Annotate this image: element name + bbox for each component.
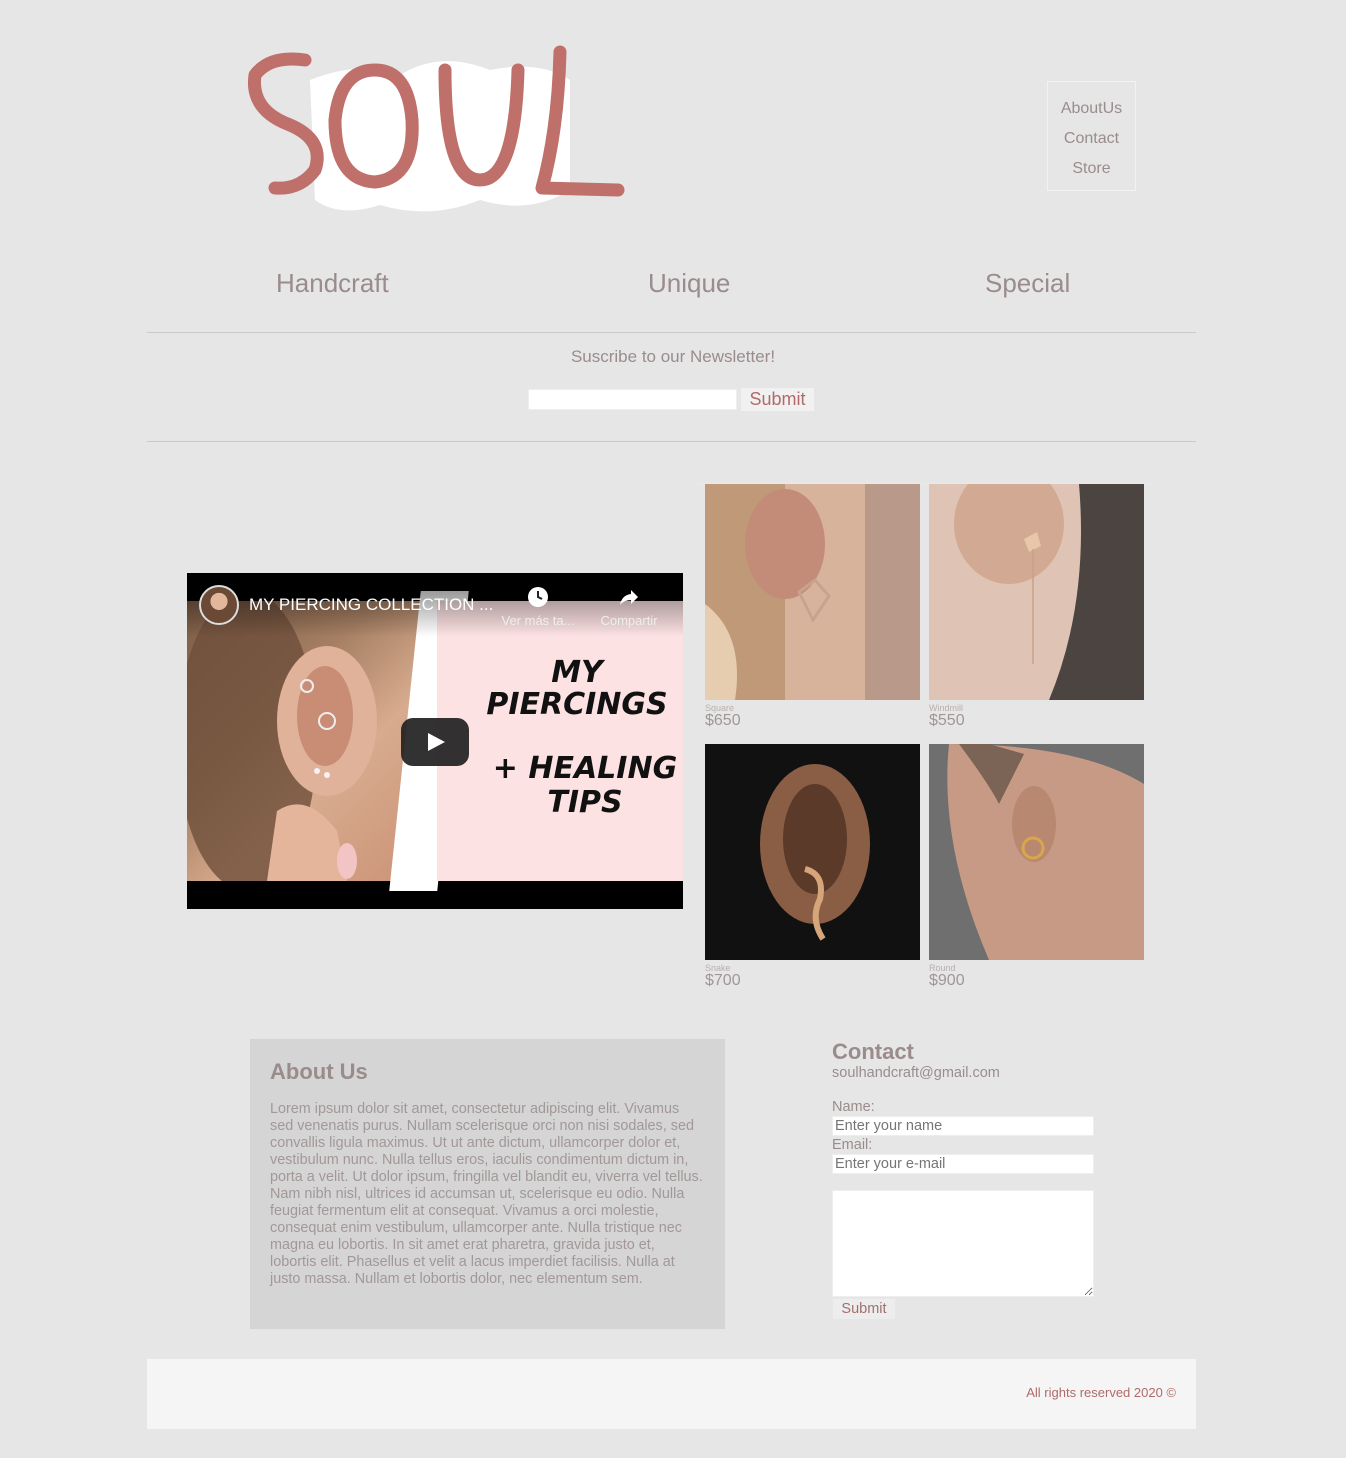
video-overlay-line1: MY <box>551 655 603 690</box>
contact-title: Contact <box>832 1039 914 1064</box>
newsletter-submit-button[interactable]: Submit <box>741 388 814 411</box>
message-field[interactable] <box>832 1190 1094 1297</box>
product-card[interactable]: Square $650 <box>705 484 920 729</box>
nav-contact[interactable]: Contact <box>1048 124 1135 154</box>
product-price: $550 <box>929 712 965 729</box>
nav-about-us[interactable]: AboutUs <box>1048 94 1135 124</box>
nav-store[interactable]: Store <box>1048 154 1135 184</box>
product-image[interactable] <box>929 484 1144 700</box>
product-price: $900 <box>929 972 965 989</box>
video-overlay-line3: + HEALING <box>492 751 678 786</box>
share-icon <box>620 590 638 605</box>
taglines: Handcraft Unique Special <box>0 268 1346 308</box>
footer-copyright: All rights reserved 2020 © <box>1026 1385 1176 1400</box>
footer: All rights reserved 2020 © <box>147 1359 1196 1429</box>
product-card[interactable]: Windmill $550 <box>929 484 1144 729</box>
newsletter-email-input[interactable] <box>528 389 737 410</box>
divider <box>147 441 1196 442</box>
video-overlay-line4: TIPS <box>547 785 623 820</box>
contact-submit-button[interactable]: Submit <box>833 1299 895 1319</box>
email-label: Email: <box>832 1137 873 1153</box>
soul-logo-art <box>247 45 625 212</box>
watch-later-button[interactable]: Ver más ta... <box>495 585 581 628</box>
contact-section: Contact soulhandcraft@gmail.com Name: Em… <box>832 1040 1094 1319</box>
share-label: Compartir <box>600 613 658 628</box>
watch-later-label: Ver más ta... <box>501 613 575 628</box>
channel-avatar[interactable] <box>199 585 239 625</box>
name-field[interactable] <box>832 1116 1094 1136</box>
divider <box>147 332 1196 333</box>
share-button[interactable]: Compartir <box>591 585 667 628</box>
email-field[interactable] <box>832 1154 1094 1174</box>
name-label: Name: <box>832 1099 875 1115</box>
video-title-card: MY PIERCINGS + HEALING TIPS <box>437 601 683 881</box>
product-image[interactable] <box>705 744 920 960</box>
product-card[interactable]: Snake $700 <box>705 744 920 989</box>
newsletter-title: Suscribe to our Newsletter! <box>570 347 776 366</box>
tagline-unique: Unique <box>648 268 731 298</box>
play-icon[interactable] <box>401 718 469 766</box>
product-image[interactable] <box>705 484 920 700</box>
contact-email: soulhandcraft@gmail.com <box>832 1065 1000 1081</box>
tagline-special: Special <box>985 268 1071 298</box>
about-section: About Us Lorem ipsum dolor sit amet, con… <box>250 1039 725 1329</box>
video-overlay-line2: PIERCINGS <box>486 687 668 722</box>
product-grid: Square $650 Windmill $550 Snake $700 Rou… <box>693 483 1156 993</box>
video-embed[interactable]: MY PIERCINGS + HEALING TIPS MY PIERCING … <box>187 573 683 909</box>
tagline-handcraft: Handcraft <box>276 268 389 298</box>
product-image[interactable] <box>929 744 1144 960</box>
video-title[interactable]: MY PIERCING COLLECTION ... <box>249 595 493 615</box>
clock-icon <box>528 587 548 607</box>
about-title: About Us <box>270 1059 368 1084</box>
top-nav: AboutUs Contact Store <box>1047 81 1136 191</box>
product-card[interactable]: Round $900 <box>929 744 1144 989</box>
logo <box>240 40 640 220</box>
about-text: Lorem ipsum dolor sit amet, consectetur … <box>270 1101 703 1287</box>
product-price: $700 <box>705 972 741 989</box>
product-price: $650 <box>705 712 741 729</box>
